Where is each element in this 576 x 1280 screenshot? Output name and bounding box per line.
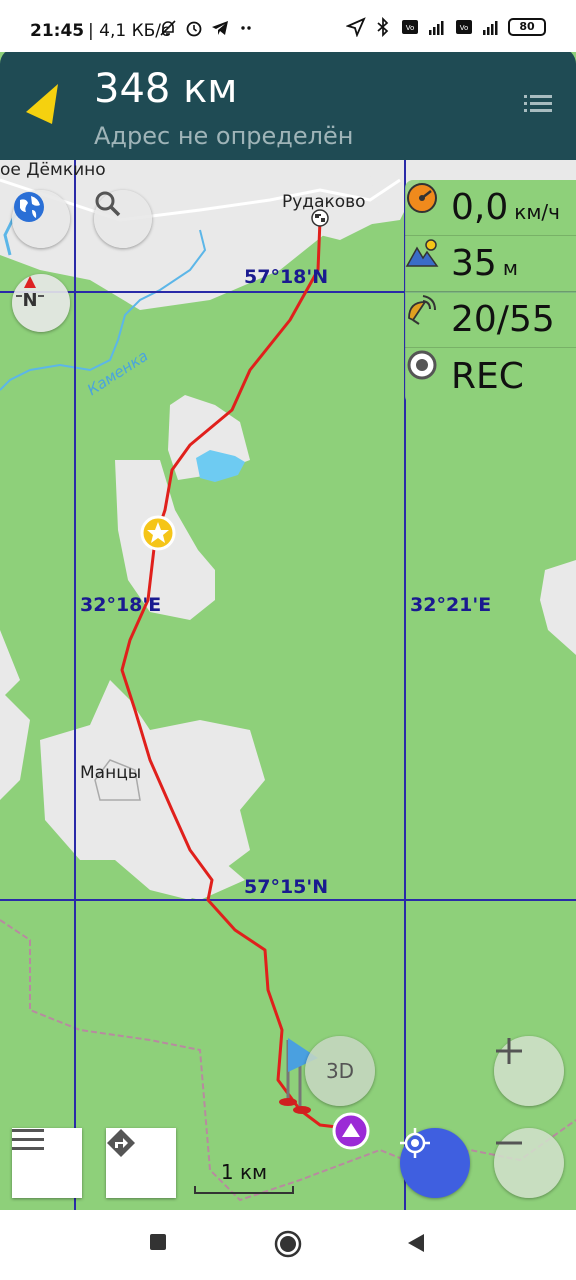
svg-text:Vo: Vo <box>460 24 469 32</box>
compass-button[interactable]: N <box>12 274 70 332</box>
search-icon <box>95 191 121 217</box>
bluetooth-icon <box>377 17 389 37</box>
zoom-in-button[interactable] <box>494 1036 564 1106</box>
clearing-east <box>540 560 576 655</box>
rec-label: REC <box>451 355 524 397</box>
location-arrow-icon <box>346 17 366 37</box>
3d-toggle-button[interactable]: 3D <box>305 1036 375 1106</box>
more-dots-icon <box>241 26 251 30</box>
altitude-value: 35 <box>451 243 497 284</box>
grid-label-lon-right: 32°21'E <box>410 594 492 616</box>
search-button[interactable] <box>94 190 152 248</box>
clearing-mantsy <box>40 680 265 900</box>
speedometer-icon <box>407 183 437 213</box>
app-root: 21:45 | 4,1 КБ/с Vo Vo 80 348 км Адрес н… <box>0 0 576 1280</box>
alarm-icon <box>186 21 202 37</box>
clearing-west2 <box>0 630 20 700</box>
status-time: 21:45 <box>30 21 85 41</box>
route-header[interactable]: 348 км Адрес не определён <box>0 48 576 160</box>
grid-label-lon-left: 32°18'E <box>80 594 162 616</box>
satellite-dish-icon <box>408 295 436 325</box>
scale-label: 1 км <box>220 1160 268 1184</box>
muted-bell-icon <box>160 20 176 36</box>
rec-widget[interactable]: REC <box>405 348 576 404</box>
globe-icon <box>14 192 44 222</box>
battery-icon: 80 <box>508 18 546 36</box>
gps-satellites-widget[interactable]: 20/55 <box>405 292 576 348</box>
gps-track <box>120 219 346 1130</box>
home-icon[interactable] <box>274 1230 302 1258</box>
list-menu-icon[interactable] <box>524 95 552 113</box>
zoom-out-button[interactable] <box>494 1128 564 1198</box>
record-icon <box>407 350 437 380</box>
map-view[interactable]: 57°18'N 57°15'N 32°18'E 32°21'E Рудаково… <box>0 160 576 1210</box>
remaining-distance: 348 км <box>94 66 238 112</box>
directions-icon <box>107 1129 135 1157</box>
back-icon[interactable] <box>406 1232 426 1254</box>
my-location-button[interactable] <box>400 1128 470 1198</box>
directions-button[interactable] <box>106 1128 176 1198</box>
hamburger-icon <box>12 1129 44 1150</box>
scale-bar <box>194 1186 294 1194</box>
signal-4g-icon <box>429 21 444 35</box>
system-nav-bar <box>0 1210 576 1280</box>
status-bar: 21:45 | 4,1 КБ/с Vo Vo 80 <box>0 0 576 52</box>
clearing-west <box>0 690 30 800</box>
map-layers-button[interactable] <box>12 190 70 248</box>
main-menu-button[interactable] <box>12 1128 82 1198</box>
minus-icon <box>496 1141 522 1145</box>
altitude-widget[interactable]: 35 м <box>405 236 576 292</box>
3d-label: 3D <box>325 1059 355 1083</box>
plus-icon <box>496 1038 522 1064</box>
mountain-icon <box>405 239 439 267</box>
map-scale: 1 км <box>194 1160 294 1194</box>
crosshair-icon <box>400 1128 430 1158</box>
place-label-rudakovo: Рудаково <box>282 192 366 212</box>
place-label-mantsy: Манцы <box>80 763 142 783</box>
svg-text:Vo: Vo <box>406 24 415 32</box>
volte-icon: Vo <box>402 20 418 34</box>
signal-icon <box>483 21 498 35</box>
svg-text:N: N <box>22 290 37 311</box>
speed-value: 0,0 <box>451 187 509 228</box>
speed-widget[interactable]: 0,0 км/ч <box>405 180 576 236</box>
grid-label-lat-bottom: 57°15'N <box>244 876 329 898</box>
route-finish-marker <box>311 209 329 227</box>
satellites-value: 20/55 <box>451 299 555 340</box>
grid-label-lat-top: 57°18'N <box>244 266 329 288</box>
info-widgets: 0,0 км/ч 35 м 20/55 REC <box>405 180 576 404</box>
address-text: Адрес не определён <box>94 122 354 150</box>
volte-icon: Vo <box>456 20 472 34</box>
speed-unit: км/ч <box>514 200 560 224</box>
place-label-demkino: ое Дёмкино <box>0 160 106 180</box>
recents-icon[interactable] <box>148 1232 168 1252</box>
telegram-icon <box>212 21 228 35</box>
altitude-unit: м <box>502 256 518 280</box>
compass-icon: N <box>16 276 44 311</box>
navigation-arrow-icon <box>26 84 58 124</box>
